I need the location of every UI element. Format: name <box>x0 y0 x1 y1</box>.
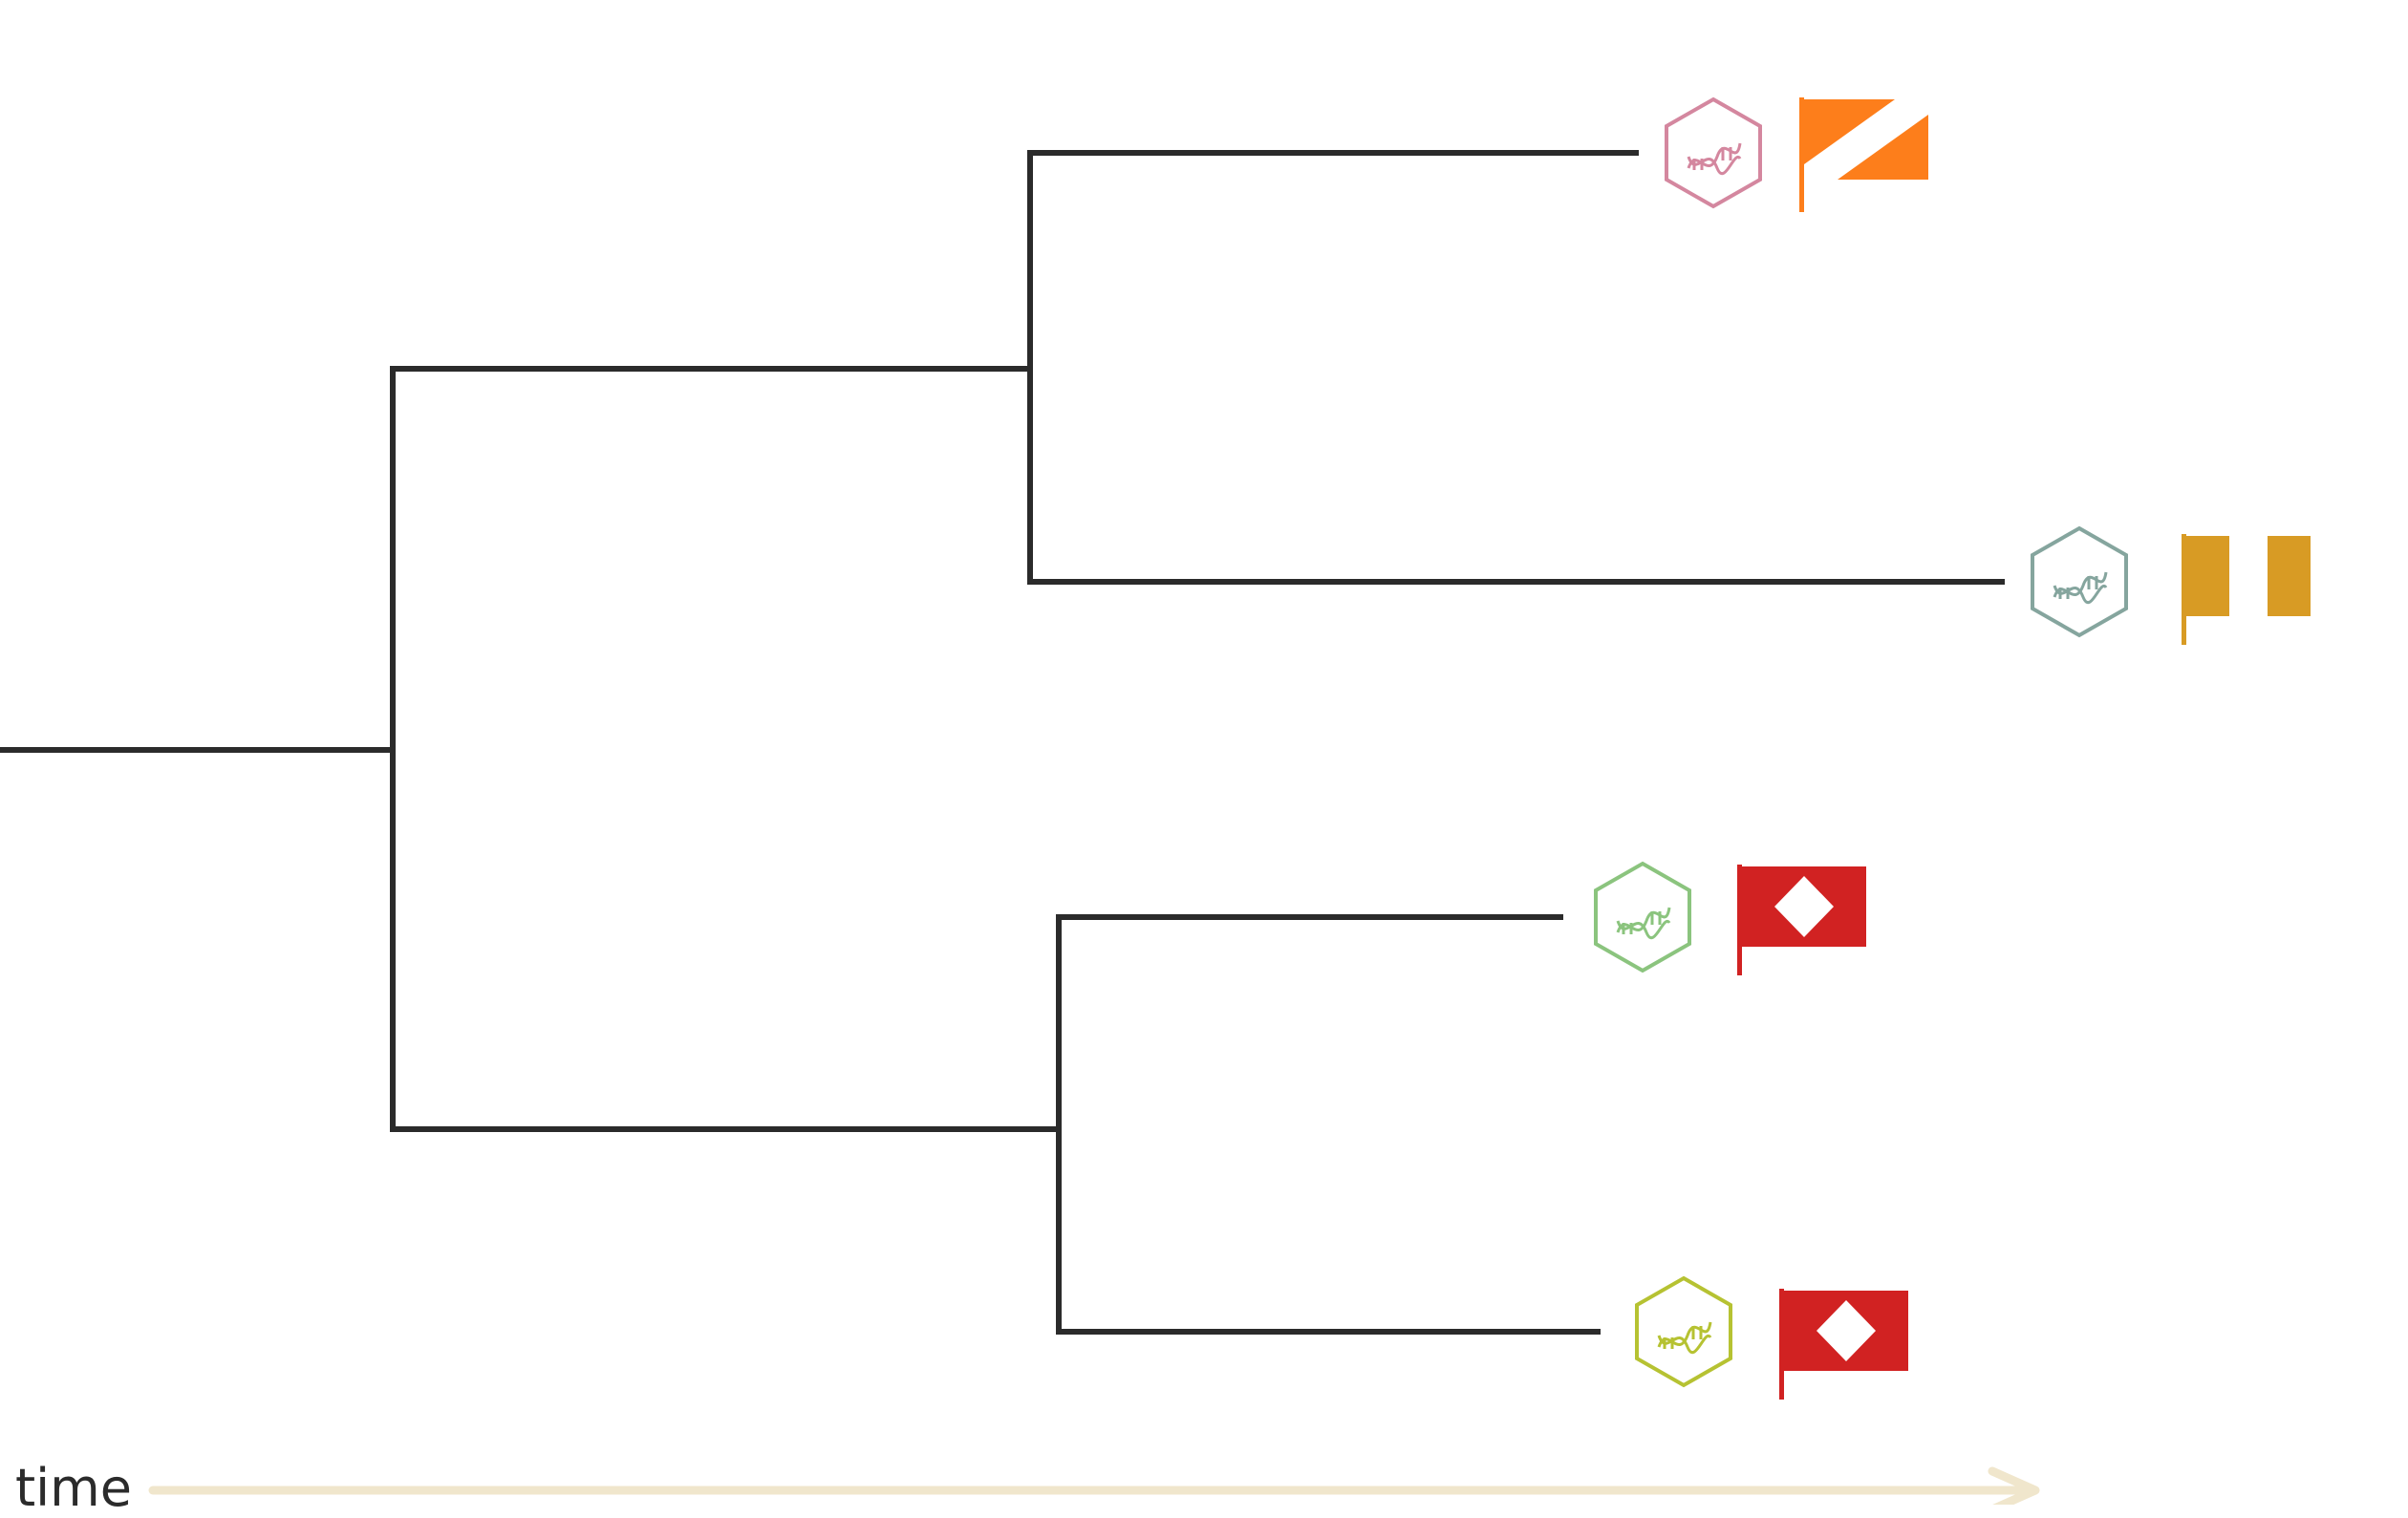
vertical-tricolor-flag-icon <box>2182 534 2311 645</box>
dna-icon <box>1635 1275 1732 1388</box>
dna-icon <box>1594 861 1691 973</box>
dna-icon <box>1665 96 1762 209</box>
tree-canvas <box>0 96 2311 1514</box>
tree-branches <box>0 150 2005 1335</box>
leaf-2 <box>2031 525 2311 645</box>
diamond-flag-icon <box>1779 1289 1908 1400</box>
phylogenetic-tree-diagram: time <box>0 0 2408 1517</box>
leaf-3 <box>1594 861 1866 975</box>
leaf-4 <box>1635 1275 1908 1400</box>
diamond-flag-icon <box>1737 865 1866 975</box>
leaf-1 <box>1665 96 1928 212</box>
time-axis-arrow <box>148 1466 2040 1514</box>
dna-icon <box>2031 525 2128 638</box>
time-axis-label: time <box>15 1458 133 1518</box>
diagonal-stripe-flag-icon <box>1799 97 1928 212</box>
